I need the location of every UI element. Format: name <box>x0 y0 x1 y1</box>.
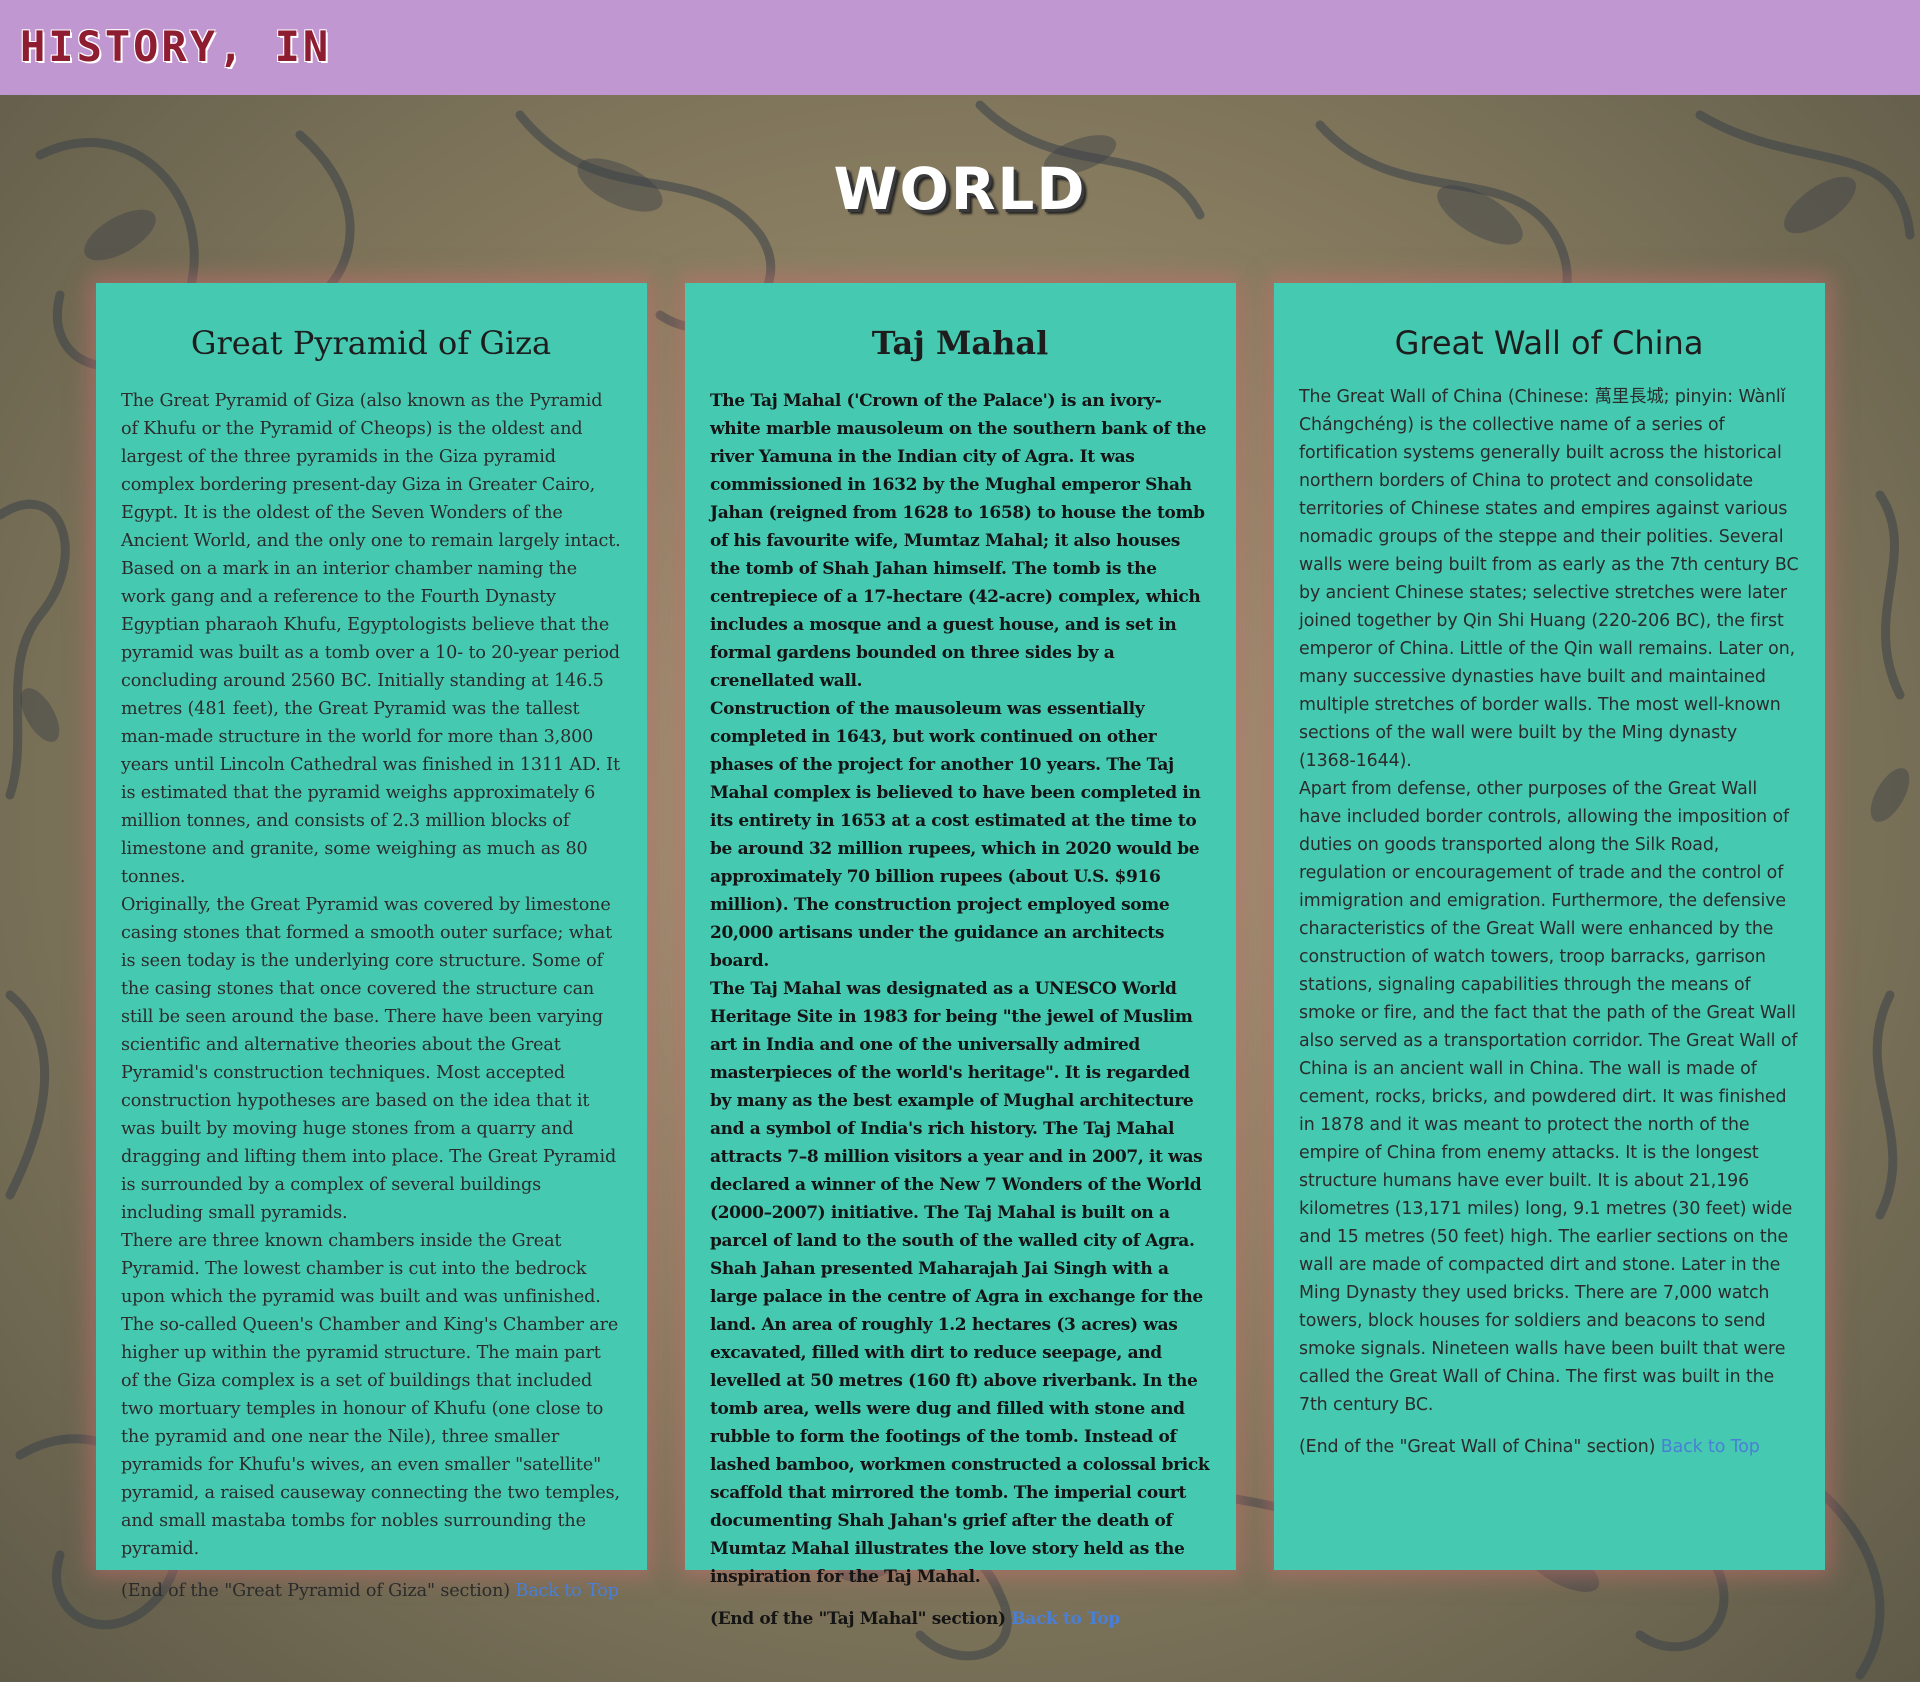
card-paragraph: There are three known chambers inside th… <box>121 1231 620 1559</box>
section-end-text: (End of the "Great Wall of China" sectio… <box>1299 1437 1656 1457</box>
site-logo[interactable]: HISTORY, IN <box>20 22 331 71</box>
card-paragraph: Based on a mark in an interior chamber n… <box>121 559 620 887</box>
back-to-top-link[interactable]: Back to Top <box>1011 1609 1120 1629</box>
back-to-top-link[interactable]: Back to Top <box>515 1581 619 1601</box>
section-end-text: (End of the "Taj Mahal" section) <box>710 1609 1006 1629</box>
card-great-pyramid: Great Pyramid of Giza The Great Pyramid … <box>96 283 647 1601</box>
card-paragraph: Construction of the mausoleum was essent… <box>710 699 1201 971</box>
card-paragraph: The Great Wall of China (Chinese: 萬里長城; … <box>1299 387 1799 771</box>
section-end-note: (End of the "Great Pyramid of Giza" sect… <box>121 1577 621 1605</box>
section-end-note: (End of the "Taj Mahal" section) Back to… <box>710 1605 1210 1633</box>
card-paragraph: The Taj Mahal ('Crown of the Palace') is… <box>710 391 1207 691</box>
card-title: Taj Mahal <box>871 324 1049 362</box>
card-paragraph: The Taj Mahal was designated as a UNESCO… <box>710 979 1210 1587</box>
card-title: Great Wall of China <box>1394 324 1704 362</box>
section-end-note: (End of the "Great Wall of China" sectio… <box>1299 1433 1799 1461</box>
card-paragraph: Apart from defense, other purposes of th… <box>1299 779 1798 1415</box>
card-paragraph: The Great Pyramid of Giza (also known as… <box>121 391 621 551</box>
card-paragraph: Originally, the Great Pyramid was covere… <box>121 895 617 1223</box>
site-header: HISTORY, IN <box>0 0 1920 95</box>
card-taj-mahal: Taj Mahal The Taj Mahal ('Crown of the P… <box>685 283 1236 1629</box>
card-great-wall: Great Wall of China The Great Wall of Ch… <box>1274 283 1825 1570</box>
section-end-text: (End of the "Great Pyramid of Giza" sect… <box>121 1581 510 1601</box>
back-to-top-link[interactable]: Back to Top <box>1661 1437 1760 1457</box>
page-title: WORLD <box>833 155 1087 223</box>
card-title: Great Pyramid of Giza <box>190 324 552 362</box>
